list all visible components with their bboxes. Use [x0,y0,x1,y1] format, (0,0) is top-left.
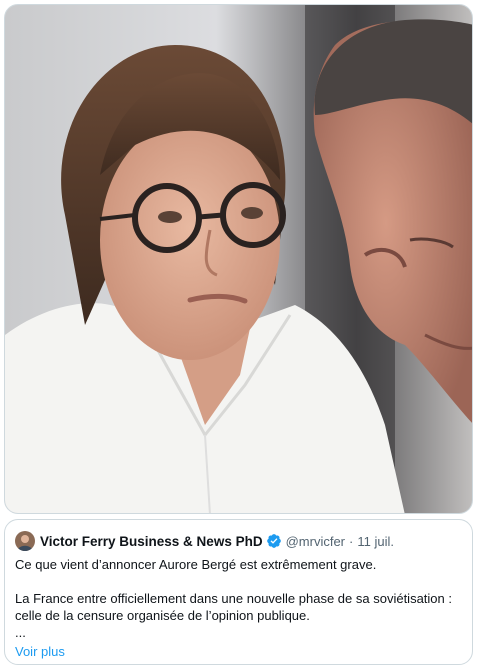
photo-illustration [5,5,472,513]
tweet-paragraph: celle de la censure organisée de l’opini… [15,608,310,623]
tweet-ellipsis: ... [15,625,26,640]
avatar-icon [15,531,35,551]
tweet-paragraph: Ce que vient d’annoncer Aurore Bergé est… [15,557,377,572]
tweet-date[interactable]: 11 juil. [357,534,394,549]
author-name[interactable]: Victor Ferry Business & News PhD [40,534,263,549]
tweet-photo[interactable] [4,4,473,514]
author-handle[interactable]: @mrvicfer [286,534,345,549]
separator: · [349,533,354,549]
avatar[interactable] [15,531,35,551]
tweet-text: Ce que vient d’annoncer Aurore Bergé est… [15,556,462,641]
verified-badge-icon [266,533,282,549]
quoted-tweet[interactable]: Victor Ferry Business & News PhD @mrvicf… [4,519,473,665]
tweet-embed: Victor Ferry Business & News PhD @mrvicf… [0,0,479,671]
quoted-tweet-header: Victor Ferry Business & News PhD @mrvicf… [15,530,462,552]
tweet-paragraph: La France entre officiellement dans une … [15,591,452,606]
show-more-link[interactable]: Voir plus [15,644,65,659]
